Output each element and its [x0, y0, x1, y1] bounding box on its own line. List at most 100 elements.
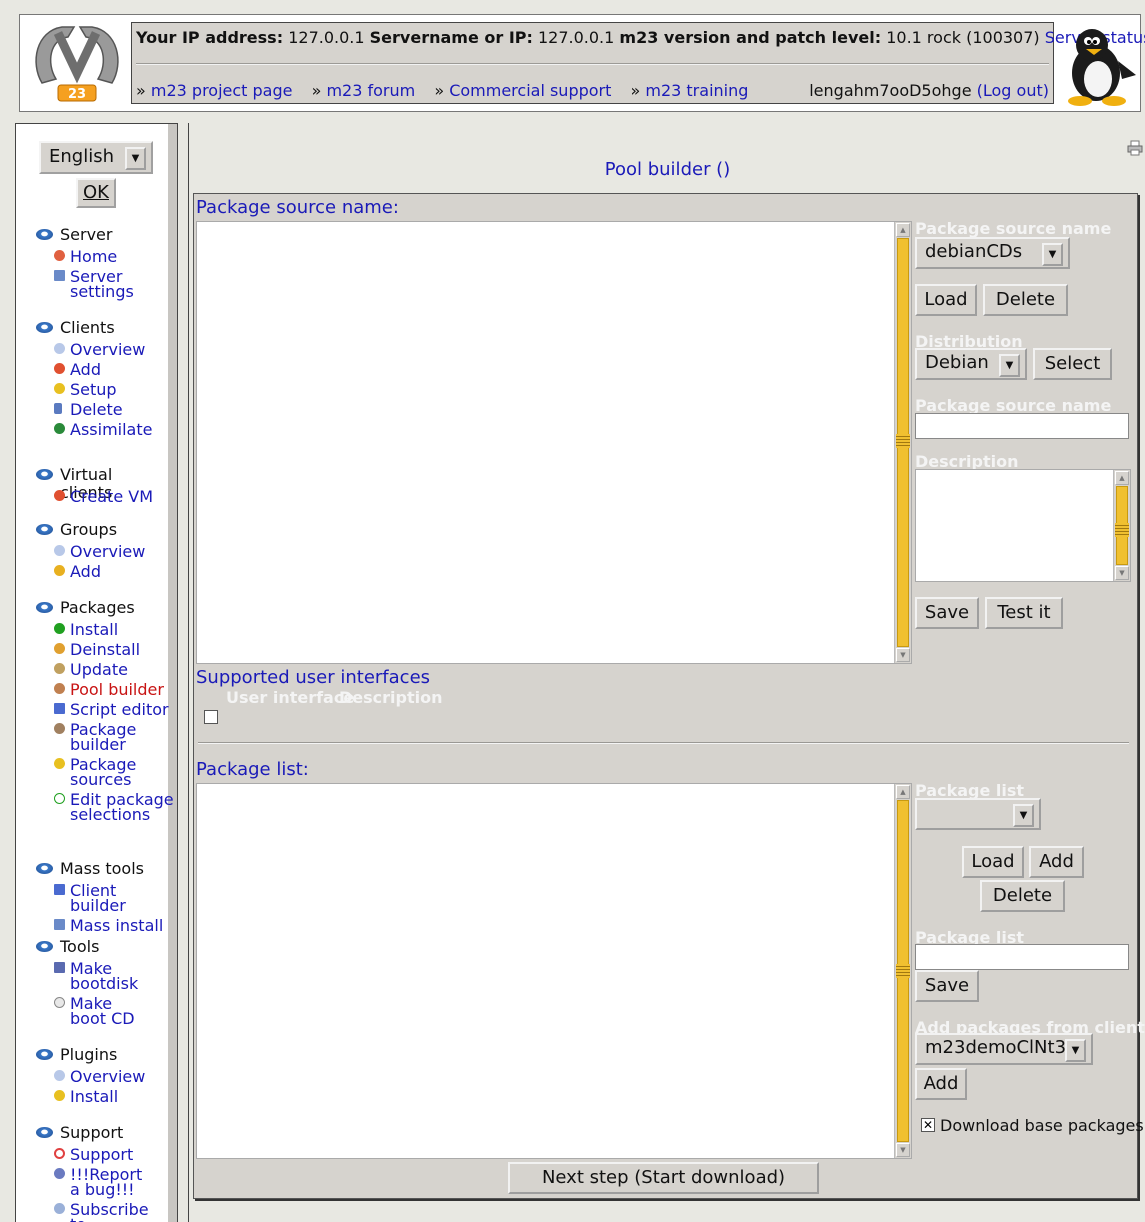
sidebar-item-make-bootdisk[interactable]: Make bootdisk — [36, 961, 146, 992]
sidebar-item-clients-setup[interactable]: Setup — [36, 382, 152, 398]
sidebar-item-label: Create VM — [70, 487, 153, 506]
selection-icon — [54, 793, 65, 804]
scrollbar[interactable]: ▲ ▼ — [894, 784, 911, 1158]
header-bar: 23 Your IP address: 127.0.0.1 Servername… — [19, 14, 1145, 112]
pool-builder-icon — [54, 683, 65, 694]
scroll-down-icon[interactable]: ▼ — [896, 648, 910, 662]
project-page-link[interactable]: m23 project page — [151, 81, 293, 100]
scroll-up-icon[interactable]: ▲ — [1115, 471, 1129, 485]
sidebar-item-subscribe[interactable]: Subscribe to — [36, 1202, 156, 1222]
printer-icon[interactable] — [1127, 140, 1143, 156]
commercial-support-link[interactable]: Commercial support — [449, 81, 611, 100]
sidebar-item-label: Script editor — [70, 700, 169, 719]
sidebar-item-package-builder[interactable]: Package builder — [36, 720, 156, 754]
create-vm-icon — [54, 490, 65, 501]
training-link[interactable]: m23 training — [645, 81, 748, 100]
sidebar-item-script-editor[interactable]: Script editor — [36, 700, 176, 719]
sidebar-item-make-boot-cd[interactable]: Make boot CD — [36, 996, 146, 1027]
sidebar-item-label: Package builder — [70, 720, 137, 754]
sidebar-item-plugins-overview[interactable]: Overview — [36, 1069, 145, 1085]
server-value: 127.0.0.1 — [537, 28, 615, 47]
distribution-select[interactable]: Debian ▼ — [915, 348, 1027, 380]
update-icon — [54, 663, 65, 674]
group-bullet-icon — [36, 941, 53, 952]
sidebar-item-support[interactable]: Support — [36, 1145, 156, 1164]
mass-install-icon — [54, 919, 65, 930]
add-from-client-button[interactable]: Add — [915, 1068, 967, 1100]
sidebar-item-packages-install[interactable]: Install — [36, 622, 176, 638]
group-bullet-icon — [36, 863, 53, 874]
sidebar-item-client-builder[interactable]: Client builder — [36, 881, 168, 915]
delete-source-button[interactable]: Delete — [983, 284, 1068, 316]
package-list-textarea[interactable]: ▲ ▼ — [196, 783, 912, 1159]
sidebar-item-label: !!!Report a bug!!! — [70, 1165, 143, 1199]
trash-icon — [54, 403, 62, 414]
username: lengahm7ooD5ohge — [809, 81, 972, 100]
logout-link[interactable]: (Log out) — [977, 81, 1049, 100]
sidebar-item-packages-deinstall[interactable]: Deinstall — [36, 642, 176, 658]
load-source-button[interactable]: Load — [915, 284, 977, 316]
scroll-up-icon[interactable]: ▲ — [896, 785, 910, 799]
button-label: Load — [971, 851, 1015, 872]
package-list-input[interactable] — [915, 944, 1129, 970]
sidebar-item-label: Client builder — [70, 881, 126, 915]
sidebar-item-create-vm[interactable]: Create VM — [36, 487, 168, 506]
sidebar-item-clients-add[interactable]: Add — [36, 362, 152, 378]
language-select[interactable]: English ▼ — [39, 141, 153, 174]
sidebar-item-package-sources[interactable]: Package sources — [36, 757, 156, 788]
package-list-select[interactable]: ▼ — [915, 798, 1041, 830]
client-select[interactable]: m23demoClNt3 ▼ — [915, 1033, 1093, 1065]
sidebar-item-plugins-install[interactable]: Install — [36, 1089, 145, 1105]
delete-list-button[interactable]: Delete — [980, 880, 1065, 912]
sidebar-item-groups-overview[interactable]: Overview — [36, 542, 146, 561]
nav-group-mass-tools: Mass tools Client builder Mass install — [36, 860, 168, 934]
sidebar-item-clients-assimilate[interactable]: Assimilate — [36, 420, 153, 439]
pencil-icon — [54, 703, 65, 714]
scroll-down-icon[interactable]: ▼ — [1115, 566, 1129, 580]
user-interface-checkbox[interactable] — [204, 710, 218, 724]
cd-icon — [54, 997, 65, 1008]
test-source-button[interactable]: Test it — [985, 597, 1063, 629]
package-sources-icon — [54, 758, 65, 769]
source-name-input[interactable] — [915, 413, 1129, 439]
scrollbar[interactable]: ▲ ▼ — [894, 222, 911, 663]
sidebar-item-home[interactable]: Home — [36, 249, 146, 265]
forum-link[interactable]: m23 forum — [326, 81, 415, 100]
m23-logo: 23 — [35, 26, 119, 102]
select-distribution-button[interactable]: Select — [1033, 348, 1112, 380]
star-icon — [54, 565, 65, 576]
scrollbar[interactable]: ▲ ▼ — [1113, 470, 1130, 581]
nav-group-title: Tools — [60, 937, 100, 956]
user-interface-column-header: User interface — [226, 688, 355, 707]
sidebar-item-server-settings[interactable]: Server settings — [36, 269, 146, 300]
sidebar-item-groups-add[interactable]: Add — [36, 564, 145, 580]
nav-group-packages: Packages Install Deinstall Update Pool b… — [36, 599, 176, 823]
sidebar-item-clients-delete[interactable]: Delete — [36, 402, 152, 418]
source-name-select[interactable]: debianCDs ▼ — [915, 237, 1070, 269]
scroll-down-icon[interactable]: ▼ — [896, 1143, 910, 1157]
sidebar-item-pool-builder[interactable]: Pool builder — [36, 682, 176, 698]
group-bullet-icon — [36, 524, 53, 535]
description-textarea[interactable]: ▲ ▼ — [915, 469, 1131, 582]
sidebar-item-label: Assimilate — [70, 420, 153, 439]
sidebar-item-packages-update[interactable]: Update — [36, 662, 176, 678]
button-label: Save — [924, 975, 970, 996]
sidebar-item-clients-overview[interactable]: Overview — [36, 342, 152, 358]
source-name-select-value: debianCDs — [925, 241, 1023, 262]
sidebar-item-report-bug[interactable]: !!!Report a bug!!! — [36, 1165, 156, 1199]
sidebar-item-edit-package-selections[interactable]: Edit package selections — [36, 792, 176, 823]
group-bullet-icon — [36, 229, 53, 240]
language-ok-button[interactable]: OK — [76, 178, 116, 208]
package-source-textarea[interactable]: ▲ ▼ — [196, 221, 912, 664]
download-base-checkbox[interactable]: ✕ — [921, 1118, 935, 1132]
save-list-button[interactable]: Save — [915, 970, 979, 1002]
load-list-button[interactable]: Load — [962, 846, 1024, 878]
sidebar-item-label: Overview — [70, 542, 146, 561]
sidebar-item-label: Support — [70, 1145, 134, 1164]
add-list-button[interactable]: Add — [1029, 846, 1084, 878]
save-source-button[interactable]: Save — [915, 597, 979, 629]
sidebar-item-mass-install[interactable]: Mass install — [36, 918, 168, 934]
chevron-down-icon: ▼ — [125, 147, 146, 170]
scroll-up-icon[interactable]: ▲ — [896, 223, 910, 237]
next-step-button[interactable]: Next step (Start download) — [508, 1162, 819, 1194]
